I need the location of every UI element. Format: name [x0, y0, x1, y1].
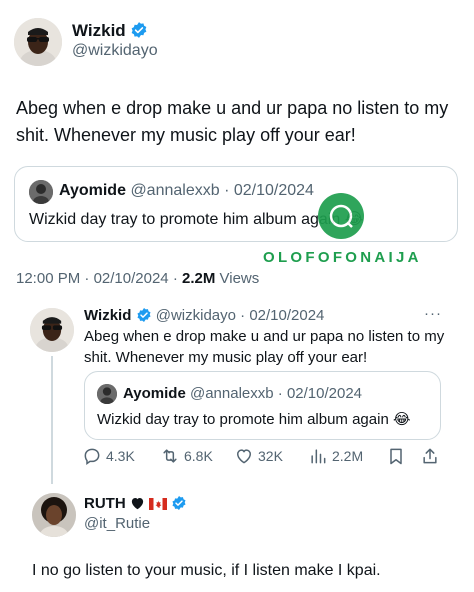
heart-icon — [237, 449, 251, 464]
reply-text: Abeg when e drop make u and ur papa no l… — [84, 326, 454, 368]
quote-text-body: Wizkid day tray to promote him album aga… — [29, 211, 341, 228]
quote-author-handle: @annalexxb — [189, 385, 274, 402]
tweet-date[interactable]: 02/10/2024 — [94, 270, 169, 287]
canada-flag-icon — [149, 497, 168, 514]
analytics-icon — [311, 449, 326, 464]
quote-header: Ayomide @annalexxb · 02/10/2024 — [123, 385, 363, 402]
ayomide-avatar — [29, 180, 53, 204]
bottom-author-handle[interactable]: @it_Rutie — [84, 515, 150, 532]
ruth-avatar[interactable] — [32, 493, 76, 537]
quote-date: 02/10/2024 — [286, 385, 363, 402]
quote-author-handle: @annalexxb — [130, 182, 220, 199]
bookmark-icon — [390, 448, 402, 465]
ayomide-avatar — [97, 384, 117, 404]
reply-author-name[interactable]: Wizkid — [84, 307, 131, 324]
tweet-meta: 12:00 PM · 02/10/2024 · 2.2M Views — [16, 270, 260, 287]
views-action-count: 2.2M — [332, 448, 364, 464]
views-label: Views — [219, 270, 260, 287]
laughing-emoji-icon: 😂 — [392, 411, 411, 428]
bottom-author-name: RUTH — [84, 495, 187, 515]
watermark-text: OLOFOFONAIJA — [263, 249, 422, 266]
more-options-icon[interactable]: ··· — [424, 305, 442, 322]
repost-icon — [163, 449, 177, 463]
quote-header: Ayomide @annalexxb · 02/10/2024 — [59, 182, 314, 199]
quoted-tweet[interactable]: Ayomide @annalexxb · 02/10/2024 Wizkid d… — [14, 166, 458, 242]
reply-icon — [84, 448, 100, 465]
views-button[interactable]: 2.2M — [308, 446, 363, 466]
reply-text-line: shit. Whenever my music play off your ea… — [84, 349, 368, 366]
repost-count: 6.8K — [184, 448, 213, 464]
bottom-tweet-text: I no go listen to your music, if I liste… — [32, 562, 381, 579]
quote-text: Wizkid day tray to promote him album aga… — [29, 209, 363, 229]
share-icon — [423, 448, 437, 464]
quote-text-body: Wizkid day tray to promote him album aga… — [97, 411, 389, 428]
like-button[interactable]: 32K — [234, 446, 283, 466]
watermark-logo-icon — [318, 193, 364, 239]
reply-count: 4.3K — [106, 448, 135, 464]
repost-button[interactable]: 6.8K — [160, 446, 213, 466]
thread-connector-line — [51, 356, 53, 484]
reply-button[interactable]: 4.3K — [82, 446, 135, 466]
wizkid-avatar[interactable] — [14, 18, 62, 66]
quote-author-name: Ayomide — [123, 385, 186, 402]
reply-text-line: Abeg when e drop make u and ur papa no l… — [84, 328, 445, 345]
verified-badge-icon — [130, 21, 148, 44]
bottom-author-name-text[interactable]: RUTH — [84, 495, 126, 512]
action-bar: 4.3K 6.8K 32K 2.2M — [82, 446, 442, 472]
author-name-text[interactable]: Wizkid — [72, 21, 126, 40]
like-count: 32K — [258, 448, 283, 464]
quote-date: 02/10/2024 — [233, 182, 314, 199]
author-handle[interactable]: @wizkidayo — [72, 42, 158, 60]
verified-badge-icon — [136, 307, 152, 327]
tweet-text: Abeg when e drop make u and ur papa no l… — [16, 98, 449, 145]
share-button[interactable] — [420, 446, 440, 466]
quote-text: Wizkid day tray to promote him album aga… — [97, 410, 411, 428]
quote-author-name: Ayomide — [59, 182, 126, 199]
reply-author-handle[interactable]: @wizkidayo — [156, 307, 236, 324]
author-name[interactable]: Wizkid — [72, 21, 148, 44]
reply-quoted-tweet[interactable]: Ayomide @annalexxb · 02/10/2024 Wizkid d… — [84, 371, 441, 440]
verified-badge-icon — [171, 495, 187, 515]
heart-emoji-icon — [130, 496, 145, 514]
wizkid-reply-avatar[interactable] — [30, 308, 74, 352]
views-count: 2.2M — [181, 270, 216, 287]
tweet-time[interactable]: 12:00 PM — [16, 270, 80, 287]
reply-header: Wizkid @wizkidayo · 02/10/2024 — [84, 307, 324, 327]
bookmark-button[interactable] — [386, 446, 406, 466]
reply-date[interactable]: 02/10/2024 — [249, 307, 324, 324]
